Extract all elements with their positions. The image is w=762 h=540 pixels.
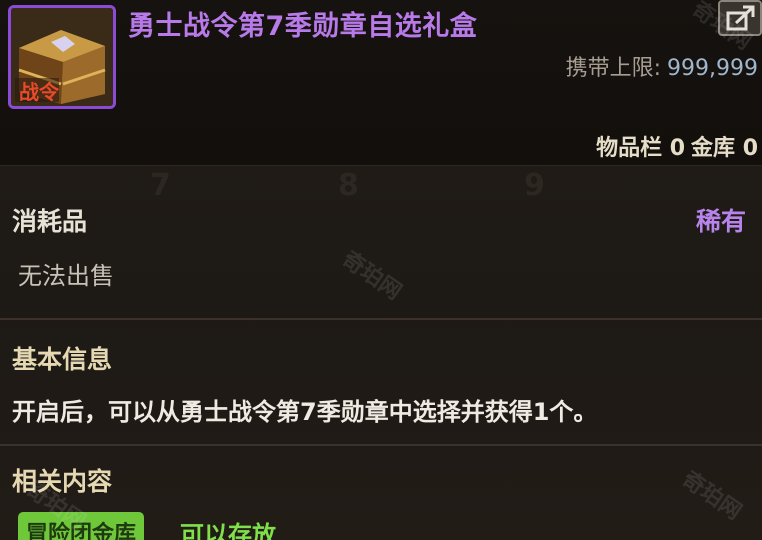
- carry-limit-label: 携带上限:: [565, 56, 662, 81]
- background-slot-number: 7: [150, 168, 171, 203]
- watermark: 奇珀网: [337, 246, 406, 306]
- item-icon-label: 战令: [19, 80, 60, 104]
- watermark: 奇珀网: [677, 466, 746, 526]
- item-title: 勇士战令第7季勋章自选礼盒: [128, 11, 478, 42]
- vault-count: 金库 0: [691, 136, 758, 161]
- divider: [0, 318, 762, 320]
- background-slot-number: 8: [338, 168, 359, 203]
- tooltip-header: 战令 勇士战令第7季勋章自选礼盒 携带上限: 999,999 物品栏 0 金库 0: [0, 0, 762, 166]
- item-tooltip: 战令 勇士战令第7季勋章自选礼盒 携带上限: 999,999 物品栏 0 金库 0 …: [0, 0, 762, 540]
- treasure-chest-icon: 战令: [8, 5, 116, 109]
- divider: [0, 444, 762, 446]
- storable-status: 可以存放: [180, 521, 276, 540]
- background-slot-number: 9: [524, 168, 545, 203]
- basic-info-title: 基本信息: [12, 345, 113, 374]
- item-description: 开启后，可以从勇士战令第7季勋章中选择并获得1个。: [12, 398, 598, 426]
- storage-counts: 物品栏 0 金库 0: [596, 130, 762, 162]
- carry-limit-value: 999,999: [667, 56, 758, 81]
- sell-status: 无法出售: [18, 262, 114, 290]
- item-category: 消耗品: [12, 207, 88, 236]
- carry-limit: 携带上限: 999,999: [566, 50, 758, 82]
- inventory-count: 物品栏 0: [596, 136, 686, 161]
- item-rarity: 稀有: [695, 207, 746, 236]
